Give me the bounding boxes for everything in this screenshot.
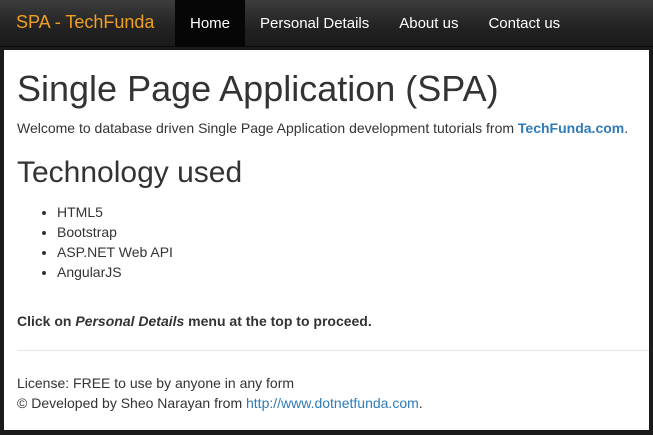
page-title: Single Page Application (SPA) bbox=[17, 68, 499, 109]
welcome-text-body: Welcome to database driven Single Page A… bbox=[17, 120, 518, 136]
proceed-text-start: Click on bbox=[17, 313, 76, 329]
nav-link-personal-details[interactable]: Personal Details bbox=[245, 0, 384, 47]
nav-item-about-us: About us bbox=[384, 0, 473, 47]
proceed-instruction: Click on Personal Details menu at the to… bbox=[17, 313, 372, 329]
developer-credit-end: . bbox=[418, 395, 423, 411]
technology-list: HTML5 Bootstrap ASP.NET Web API AngularJ… bbox=[17, 202, 173, 282]
developer-credit-text: © Developed by Sheo Narayan from bbox=[17, 395, 246, 411]
nav-item-contact-us: Contact us bbox=[473, 0, 575, 47]
proceed-text-end: menu at the top to proceed. bbox=[184, 313, 372, 329]
footer-divider bbox=[17, 350, 649, 351]
nav-link-home[interactable]: Home bbox=[175, 0, 246, 47]
nav-menu: Home Personal Details About us Contact u… bbox=[175, 0, 575, 47]
welcome-text-end: . bbox=[624, 120, 629, 136]
technology-item: Bootstrap bbox=[57, 222, 173, 242]
technology-item: AngularJS bbox=[57, 262, 173, 282]
brand-link[interactable]: SPA - TechFunda bbox=[16, 12, 154, 33]
main-content: Single Page Application (SPA) Welcome to… bbox=[4, 50, 649, 430]
proceed-emphasis: Personal Details bbox=[75, 313, 185, 329]
welcome-text: Welcome to database driven Single Page A… bbox=[17, 120, 628, 136]
nav-link-contact-us[interactable]: Contact us bbox=[473, 0, 575, 47]
developer-credit: © Developed by Sheo Narayan from http://… bbox=[17, 393, 423, 413]
license-text: License: FREE to use by anyone in any fo… bbox=[17, 375, 295, 391]
techfunda-link[interactable]: TechFunda.com bbox=[518, 120, 624, 136]
dotnetfunda-link[interactable]: http://www.dotnetfunda.com bbox=[246, 395, 419, 411]
nav-item-home: Home bbox=[175, 0, 246, 47]
technology-item: HTML5 bbox=[57, 202, 173, 222]
footer: License: FREE to use by anyone in any fo… bbox=[17, 373, 423, 413]
nav-item-personal-details: Personal Details bbox=[245, 0, 384, 47]
navbar: SPA - TechFunda Home Personal Details Ab… bbox=[0, 0, 653, 47]
technology-item: ASP.NET Web API bbox=[57, 242, 173, 262]
technology-heading: Technology used bbox=[17, 156, 243, 189]
nav-link-about-us[interactable]: About us bbox=[384, 0, 473, 47]
